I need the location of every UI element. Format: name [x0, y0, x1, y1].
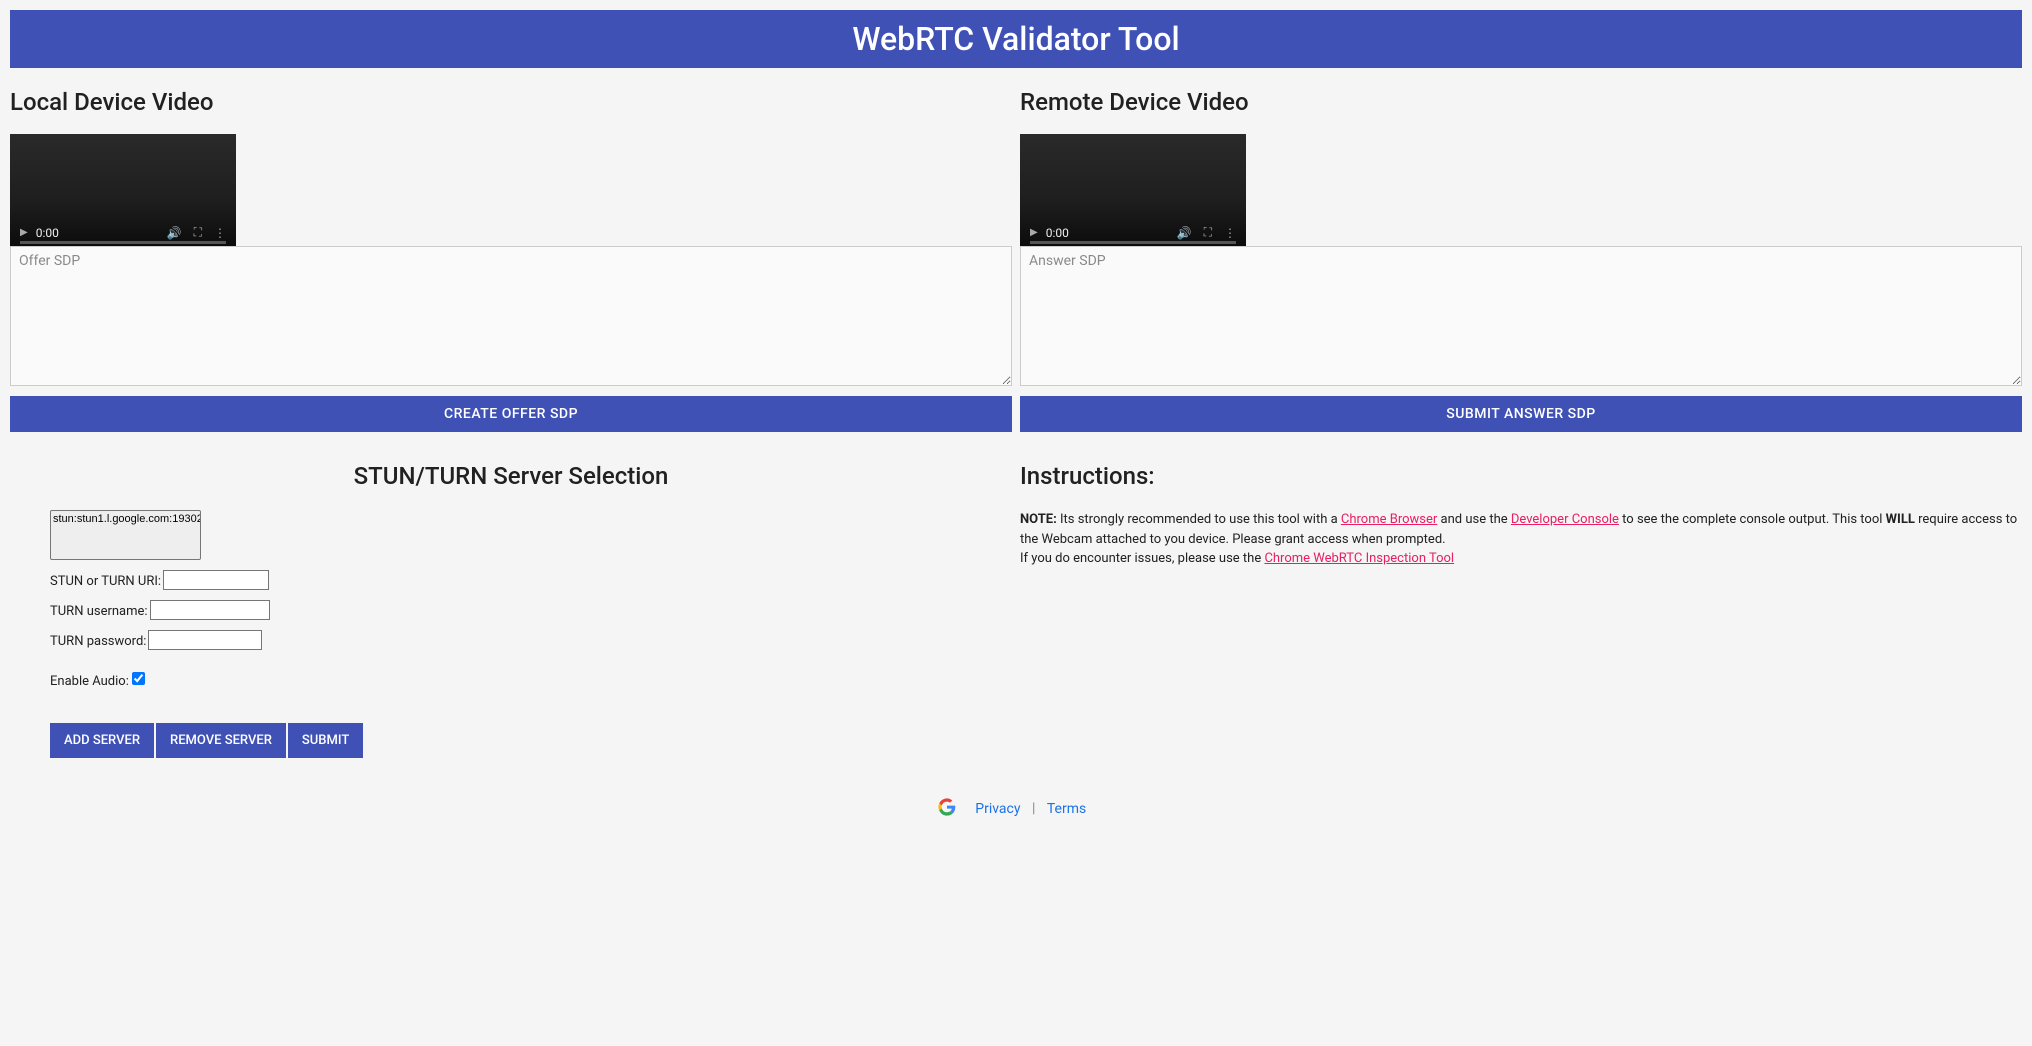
page-header: WebRTC Validator Tool — [10, 10, 2022, 68]
submit-server-button[interactable]: SUBMIT — [288, 723, 363, 758]
username-field-row: TURN username: — [50, 600, 972, 620]
webrtc-inspection-link[interactable]: Chrome WebRTC Inspection Tool — [1264, 551, 1454, 566]
server-list-select[interactable]: stun:stun1.l.google.com:19302 — [50, 510, 201, 560]
uri-field-row: STUN or TURN URI: — [50, 570, 972, 590]
page-title: WebRTC Validator Tool — [852, 20, 1179, 58]
enable-audio-row: Enable Audio: — [50, 672, 972, 689]
local-video-time: 0:00 — [36, 226, 59, 240]
remove-server-button[interactable]: REMOVE SERVER — [156, 723, 286, 758]
answer-sdp-textarea[interactable] — [1020, 246, 2022, 386]
volume-icon[interactable]: 🔊 — [167, 226, 182, 240]
google-logo-icon — [938, 798, 956, 820]
stun-turn-form: stun:stun1.l.google.com:19302 STUN or TU… — [10, 510, 1012, 758]
terms-link[interactable]: Terms — [1047, 801, 1086, 817]
local-video-heading: Local Device Video — [10, 88, 1012, 116]
chrome-browser-link[interactable]: Chrome Browser — [1341, 512, 1437, 527]
enable-audio-label: Enable Audio: — [50, 674, 129, 689]
instructions-heading: Instructions: — [1020, 462, 2022, 490]
local-column: Local Device Video ▶ 0:00 🔊 ⛶ ⋮ CREATE O… — [10, 88, 1012, 758]
instructions-body: NOTE: Its strongly recommended to use th… — [1020, 510, 2022, 569]
enable-audio-checkbox[interactable] — [132, 672, 145, 685]
privacy-link[interactable]: Privacy — [975, 801, 1020, 817]
uri-label: STUN or TURN URI: — [50, 574, 161, 589]
note-label: NOTE: — [1020, 512, 1057, 527]
remote-video-progress[interactable] — [1030, 241, 1236, 244]
offer-sdp-textarea[interactable] — [10, 246, 1012, 386]
main-columns: Local Device Video ▶ 0:00 🔊 ⛶ ⋮ CREATE O… — [10, 88, 2022, 758]
remote-video-player[interactable]: ▶ 0:00 🔊 ⛶ ⋮ — [1020, 134, 1246, 246]
local-video-progress[interactable] — [20, 241, 226, 244]
footer: Privacy | Terms — [10, 798, 2022, 820]
password-label: TURN password: — [50, 634, 146, 649]
fullscreen-icon[interactable]: ⛶ — [1204, 225, 1212, 240]
username-label: TURN username: — [50, 604, 148, 619]
fullscreen-icon[interactable]: ⛶ — [194, 225, 202, 240]
remote-column: Remote Device Video ▶ 0:00 🔊 ⛶ ⋮ SUBMIT … — [1020, 88, 2022, 758]
instructions-p1: NOTE: Its strongly recommended to use th… — [1020, 510, 2022, 549]
local-video-player[interactable]: ▶ 0:00 🔊 ⛶ ⋮ — [10, 134, 236, 246]
stun-turn-uri-input[interactable] — [163, 570, 269, 590]
volume-icon[interactable]: 🔊 — [1177, 226, 1192, 240]
remote-video-time: 0:00 — [1046, 226, 1069, 240]
will-emphasis: WILL — [1886, 512, 1915, 527]
turn-username-input[interactable] — [150, 600, 270, 620]
password-field-row: TURN password: — [50, 630, 972, 650]
play-icon[interactable]: ▶ — [20, 227, 28, 238]
server-button-row: ADD SERVER REMOVE SERVER SUBMIT — [50, 723, 972, 758]
developer-console-link[interactable]: Developer Console — [1511, 512, 1619, 527]
add-server-button[interactable]: ADD SERVER — [50, 723, 154, 758]
submit-answer-sdp-button[interactable]: SUBMIT ANSWER SDP — [1020, 396, 2022, 432]
stun-turn-heading: STUN/TURN Server Selection — [10, 462, 1012, 490]
footer-separator: | — [1032, 801, 1035, 817]
instructions-p2: If you do encounter issues, please use t… — [1020, 549, 2022, 569]
remote-video-heading: Remote Device Video — [1020, 88, 2022, 116]
play-icon[interactable]: ▶ — [1030, 227, 1038, 238]
create-offer-sdp-button[interactable]: CREATE OFFER SDP — [10, 396, 1012, 432]
more-icon[interactable]: ⋮ — [1224, 226, 1236, 240]
server-option[interactable]: stun:stun1.l.google.com:19302 — [53, 513, 198, 526]
turn-password-input[interactable] — [148, 630, 262, 650]
more-icon[interactable]: ⋮ — [214, 226, 226, 240]
